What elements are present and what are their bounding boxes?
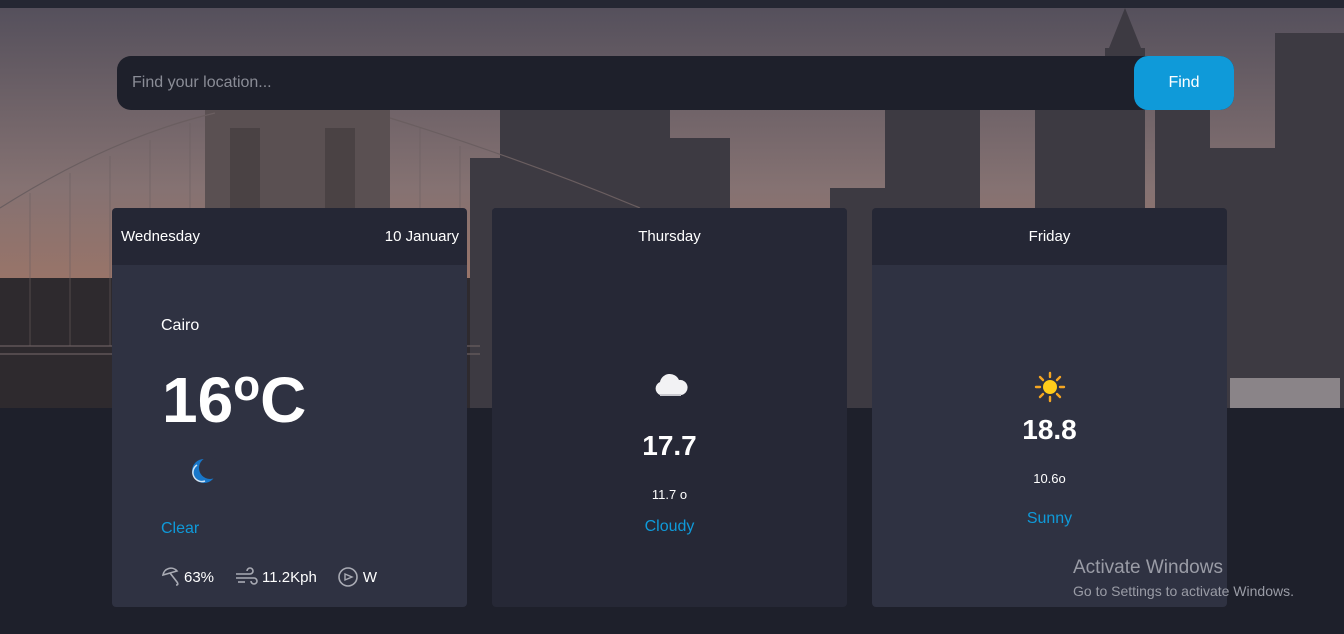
forecast-max-temp: 17.7 bbox=[642, 430, 697, 461]
degree-symbol: o bbox=[233, 361, 261, 410]
today-card-body: Cairo 16oC Clear 63% 11.2Kph W bbox=[112, 265, 467, 607]
find-button[interactable]: Find bbox=[1134, 56, 1234, 110]
watermark-subtitle: Go to Settings to activate Windows. bbox=[1073, 583, 1294, 599]
forecast-card-header: Thursday bbox=[492, 208, 847, 265]
compass-icon bbox=[338, 567, 358, 587]
temperature-unit: C bbox=[260, 364, 307, 436]
humidity-value: 63% bbox=[184, 568, 215, 586]
wind-speed-value: 11.2Kph bbox=[262, 568, 317, 586]
moon-icon bbox=[192, 457, 219, 483]
forecast-card-body: 18.8 10.6o Sunny bbox=[872, 265, 1227, 607]
umbrella-icon bbox=[162, 567, 179, 586]
today-card: Wednesday 10 January Cairo 16oC Clear 63… bbox=[112, 208, 467, 607]
forecast-max-temp: 18.8 bbox=[1022, 414, 1077, 445]
windows-activation-watermark: Activate Windows Go to Settings to activ… bbox=[1073, 557, 1294, 599]
temperature-value: 16 bbox=[162, 364, 234, 436]
forecast-condition: Sunny bbox=[1026, 510, 1073, 527]
forecast-card-header: Friday bbox=[872, 208, 1227, 265]
cloud-icon-wrap bbox=[492, 371, 847, 404]
today-date: 10 January bbox=[384, 228, 459, 245]
forecast-card-friday: Friday 18.8 10.6o Sunny bbox=[872, 208, 1227, 607]
current-temperature: 16oC bbox=[162, 350, 306, 436]
wind-speed-stat: 11.2Kph bbox=[234, 566, 317, 588]
forecast-card-body: 17.7 11.7 o Cloudy bbox=[492, 265, 847, 607]
forecast-card-thursday: Thursday 17.7 11.7 o Cloudy bbox=[492, 208, 847, 607]
weather-stats: 63% 11.2Kph W bbox=[160, 566, 397, 588]
wind-direction-stat: W bbox=[337, 566, 377, 588]
current-condition: Clear bbox=[161, 520, 200, 537]
forecast-day: Friday bbox=[1028, 228, 1071, 245]
city-name: Cairo bbox=[161, 317, 200, 334]
watermark-title: Activate Windows bbox=[1073, 557, 1223, 578]
forecast-min-temp: 10.6o bbox=[1033, 471, 1066, 486]
search-bar: Find bbox=[117, 56, 1234, 110]
forecast-condition: Cloudy bbox=[644, 518, 695, 535]
forecast-day: Thursday bbox=[638, 228, 701, 245]
wind-direction-value: W bbox=[362, 568, 377, 586]
sun-icon-wrap bbox=[872, 371, 1227, 408]
forecast-min-temp: 11.7 o bbox=[651, 487, 688, 502]
sun-icon bbox=[1034, 371, 1065, 403]
top-bar bbox=[0, 0, 1344, 8]
wind-icon bbox=[236, 567, 258, 585]
today-card-header: Wednesday 10 January bbox=[112, 208, 467, 265]
humidity-stat: 63% bbox=[160, 566, 214, 588]
today-day: Wednesday bbox=[121, 228, 200, 245]
cloud-icon bbox=[655, 373, 688, 396]
search-input[interactable] bbox=[117, 56, 1134, 110]
